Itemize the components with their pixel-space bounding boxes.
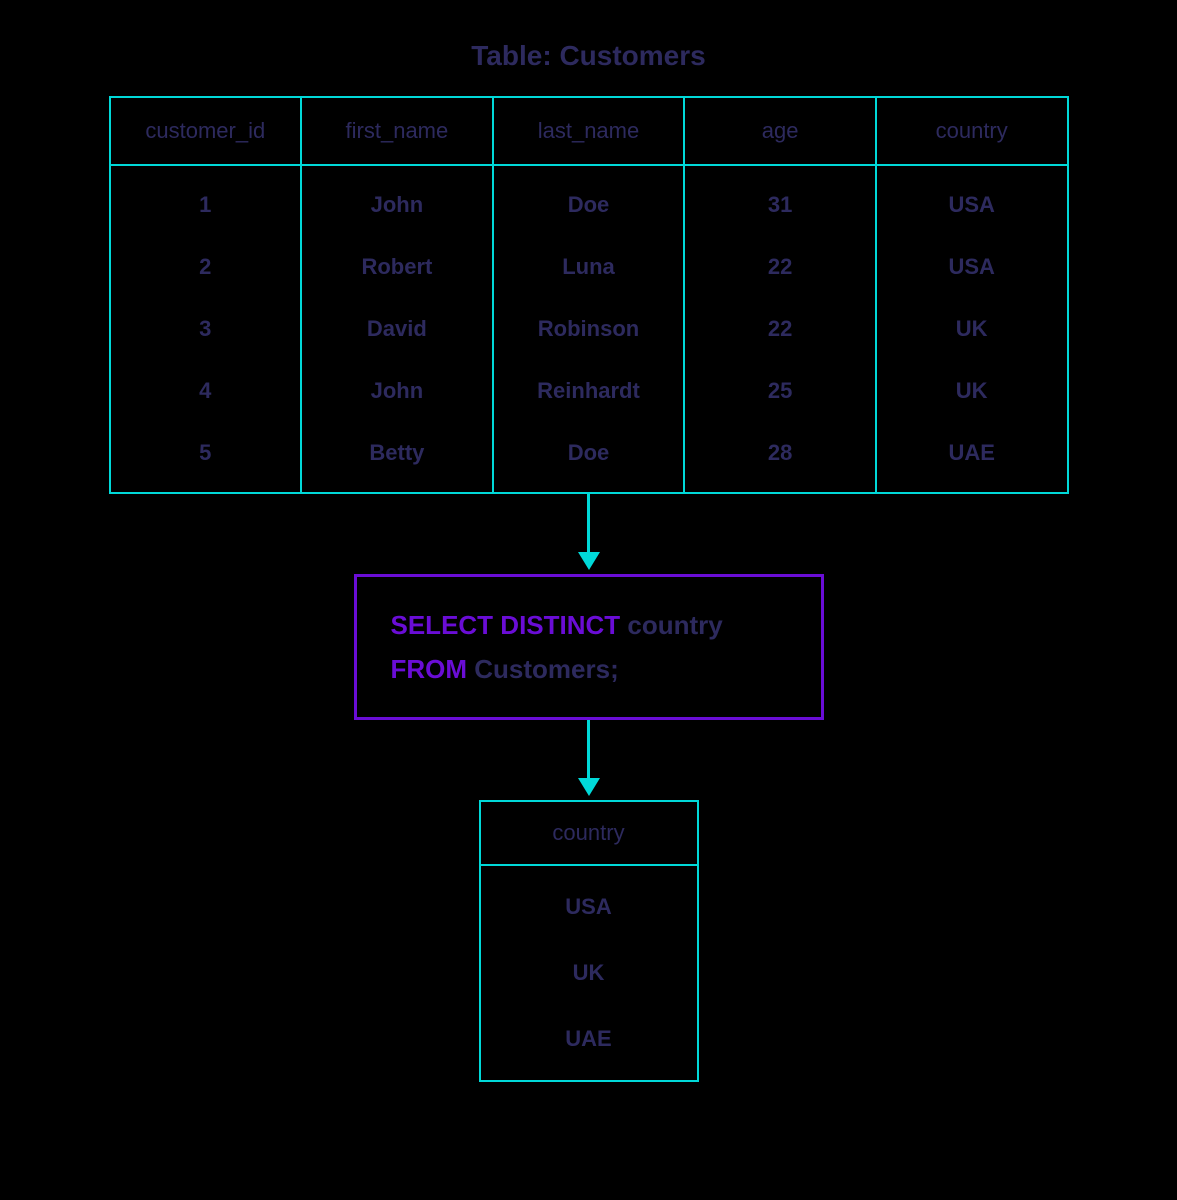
cell: Doe [493,422,685,493]
col-header: last_name [493,97,685,165]
cell: 22 [684,298,876,360]
cell: 2 [110,236,302,298]
col-header: age [684,97,876,165]
table-header-row: country [480,801,698,865]
cell: UAE [480,1006,698,1081]
cell: 4 [110,360,302,422]
cell: UAE [876,422,1068,493]
col-header: first_name [301,97,493,165]
table-row: 4 John Reinhardt 25 UK [110,360,1068,422]
sql-query-box: SELECT DISTINCT country FROM Customers; [354,574,824,720]
sql-identifier: country [620,610,723,640]
cell: David [301,298,493,360]
arrow-down-icon [578,494,600,574]
table-row: 1 John Doe 31 USA [110,165,1068,236]
cell: Reinhardt [493,360,685,422]
diagram-container: Table: Customers customer_id first_name … [0,0,1177,1082]
cell: UK [480,940,698,1006]
table-row: UAE [480,1006,698,1081]
sql-line: FROM Customers; [391,647,787,691]
result-table: country USA UK UAE [479,800,699,1082]
cell: 22 [684,236,876,298]
cell: USA [480,865,698,940]
cell: 3 [110,298,302,360]
cell: John [301,360,493,422]
col-header: country [480,801,698,865]
arrow-down-icon [578,720,600,800]
sql-line: SELECT DISTINCT country [391,603,787,647]
cell: 1 [110,165,302,236]
cell: Doe [493,165,685,236]
col-header: country [876,97,1068,165]
cell: UK [876,360,1068,422]
table-header-row: customer_id first_name last_name age cou… [110,97,1068,165]
cell: USA [876,236,1068,298]
cell: Robert [301,236,493,298]
cell: 28 [684,422,876,493]
table-row: 3 David Robinson 22 UK [110,298,1068,360]
cell: Betty [301,422,493,493]
cell: UK [876,298,1068,360]
col-header: customer_id [110,97,302,165]
sql-keyword: FROM [391,654,468,684]
sql-keyword: SELECT DISTINCT [391,610,621,640]
table-row: USA [480,865,698,940]
cell: Robinson [493,298,685,360]
cell: 25 [684,360,876,422]
table-row: 5 Betty Doe 28 UAE [110,422,1068,493]
table-row: 2 Robert Luna 22 USA [110,236,1068,298]
cell: USA [876,165,1068,236]
cell: 5 [110,422,302,493]
table-row: UK [480,940,698,1006]
cell: 31 [684,165,876,236]
cell: Luna [493,236,685,298]
cell: John [301,165,493,236]
table-title: Table: Customers [471,40,705,72]
customers-table: customer_id first_name last_name age cou… [109,96,1069,494]
sql-identifier: Customers; [467,654,619,684]
